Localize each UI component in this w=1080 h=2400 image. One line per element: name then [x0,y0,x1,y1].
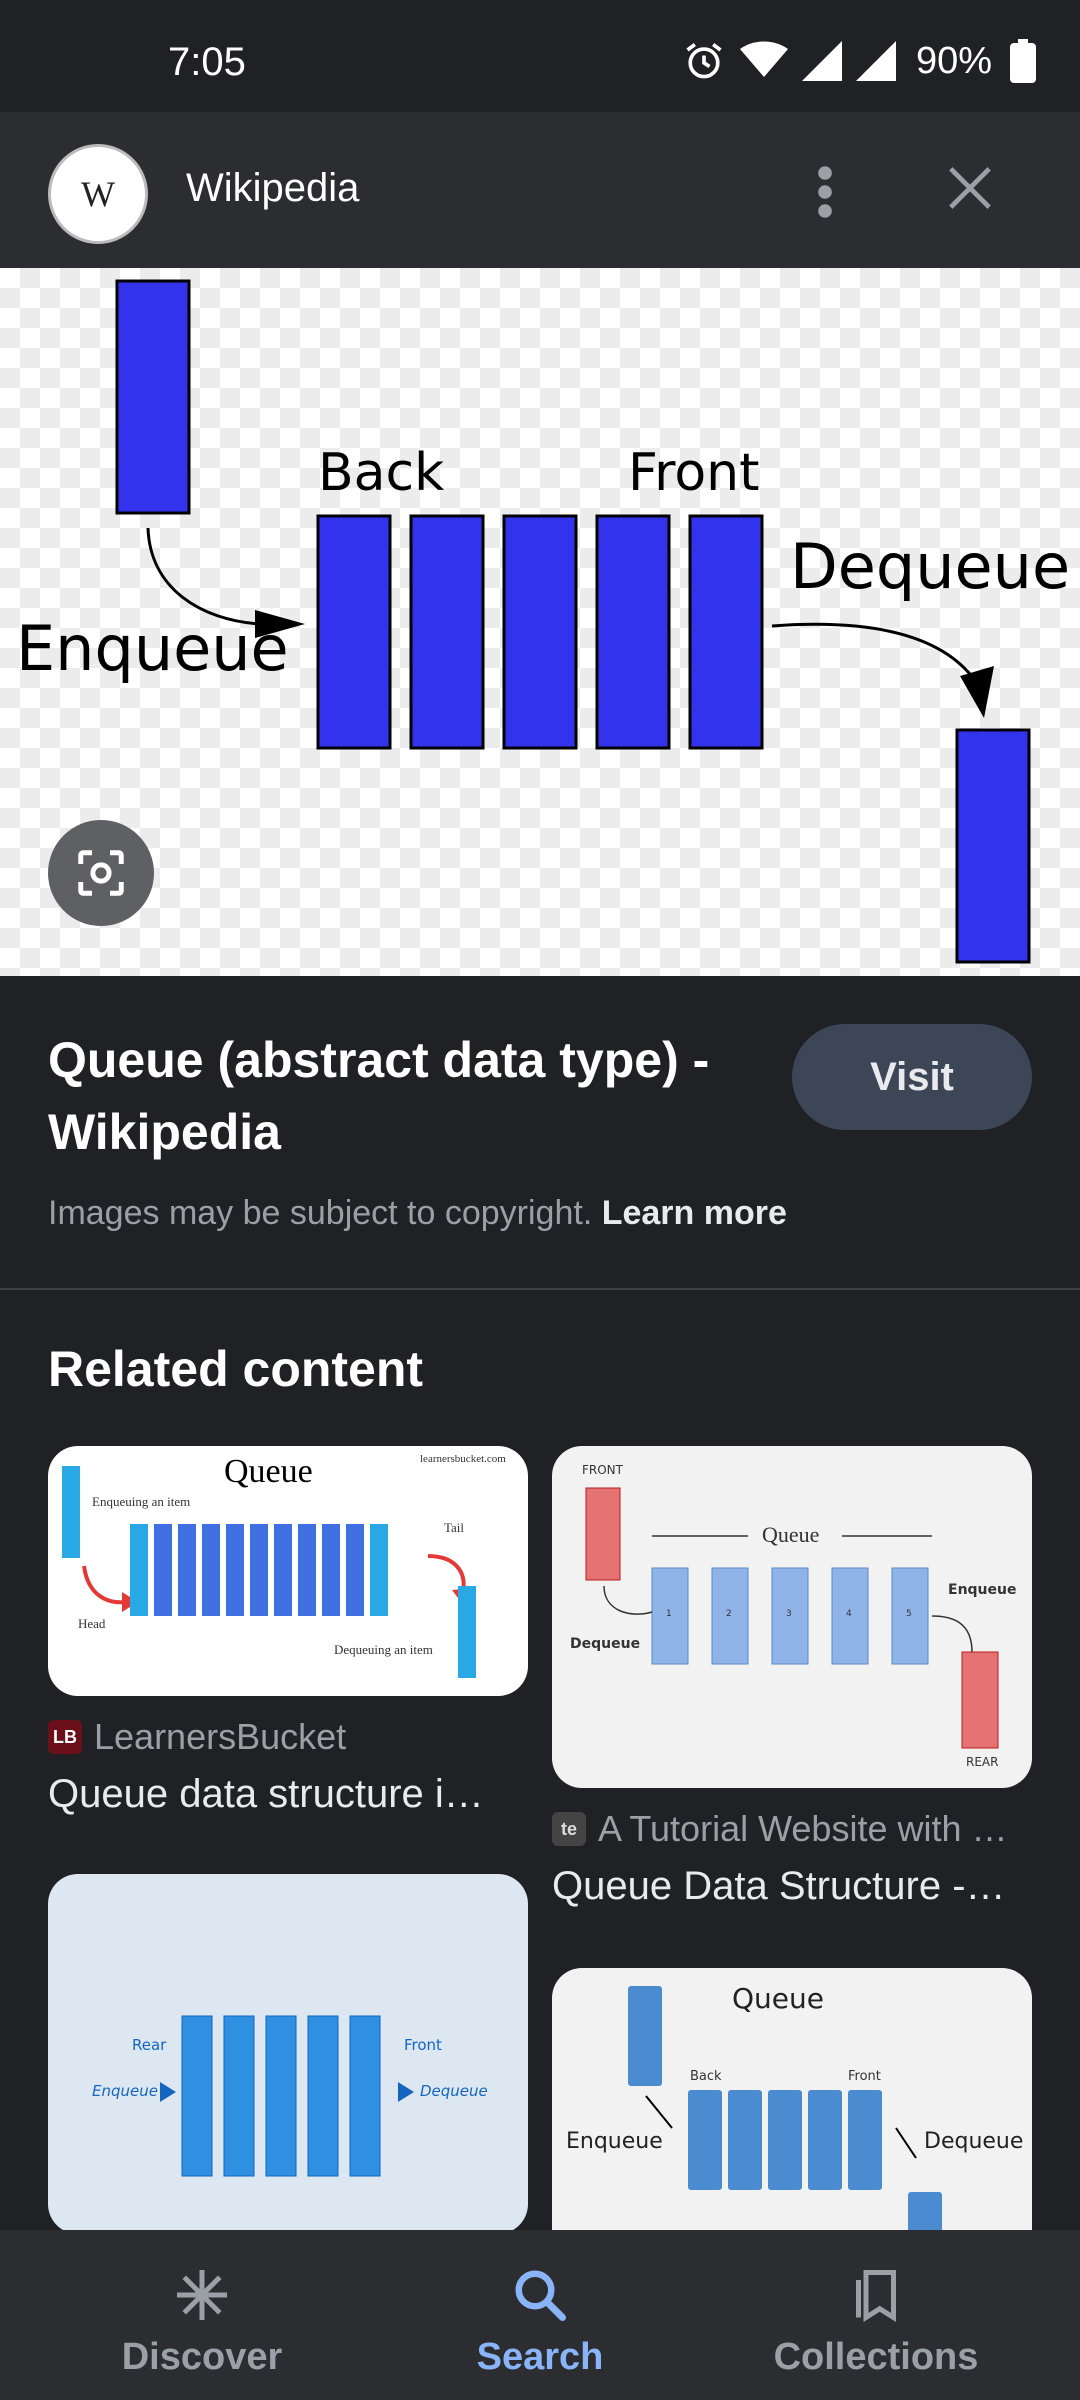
battery-percent: 90% [915,39,992,82]
thumb-front: Front [848,2069,881,2084]
thumb-front: FRONT [582,1463,624,1477]
card-thumbnail[interactable]: Queue learnersbucket.com Enqueuing an it… [48,1446,528,1696]
visit-button[interactable]: Visit [792,1024,1032,1130]
queue-thumbnail-4: Queue Back Front Enqueue Dequeue [566,1982,1023,2268]
preview-image[interactable]: Back Front Enqueue Dequeue [0,268,1080,976]
card-title[interactable]: Queue Data Structure -… [552,1864,1032,1909]
thumb-dequeue: Dequeue [420,2082,488,2100]
thumb-rear: Rear [132,2036,167,2054]
more-options-button[interactable] [800,160,850,224]
close-button[interactable] [938,156,1002,220]
queue-thumbnail-1: Queue learnersbucket.com Enqueuing an it… [62,1453,506,1678]
source-name: LearnersBucket [94,1716,347,1757]
queue-thumbnail-2: FRONT Queue 1 2 3 4 5 Dequeue Enqueue RE… [570,1463,1016,1769]
queue-block [595,514,671,750]
divider [0,1288,1080,1290]
google-lens-button[interactable] [48,820,154,926]
copyright-notice: Images may be subject to copyright. Lear… [48,1194,787,1233]
label-front: Front [628,443,760,503]
learn-more-link[interactable]: Learn more [602,1194,787,1232]
label-back: Back [318,443,444,503]
thumb-heading: Queue [732,1982,824,2015]
queue-thumbnail-3: Rear Enqueue Front Dequeue [92,2015,488,2177]
nav-discover[interactable]: Discover [52,2230,352,2400]
queue-diagram: Back Front Enqueue Dequeue [16,279,1070,964]
thumb-rear: REAR [966,1755,998,1769]
queue-block [688,514,764,750]
num: 3 [786,1609,792,1619]
dequeue-block [955,728,1031,964]
num: 4 [846,1609,852,1619]
source-name: A Tutorial Website with … [598,1808,1008,1849]
thumb-heading: Queue [224,1453,313,1490]
wifi-icon [739,41,788,77]
card-thumbnail[interactable]: Queue Back Front Enqueue Dequeue [552,1968,1032,2268]
viewer-header: W Wikipedia [0,112,1080,268]
related-card-3[interactable]: Rear Enqueue Front Dequeue [48,1874,528,2234]
close-icon [949,167,991,209]
tutorial-favicon-icon: te [552,1812,586,1846]
asterisk-icon [172,2260,232,2330]
thumb-head: Head [78,1616,106,1631]
wikipedia-logo: W [48,144,148,244]
label-enqueue: Enqueue [16,612,289,685]
nav-search[interactable]: Search [390,2230,690,2400]
num: 2 [726,1609,732,1619]
related-content-heading: Related content [48,1341,424,1397]
num: 5 [906,1609,912,1619]
battery-icon [1010,39,1036,83]
dequeue-arrowhead [960,666,994,718]
thumb-queue: Queue [762,1522,819,1547]
card-thumbnail[interactable]: Rear Enqueue Front Dequeue [48,1874,528,2234]
thumb-enqueue: Enqueue [92,2082,158,2100]
signal-icon-2 [855,41,896,81]
related-card-tutorial[interactable]: FRONT Queue 1 2 3 4 5 Dequeue Enqueue RE… [552,1446,1032,1909]
num: 1 [666,1609,672,1619]
alarm-icon [686,43,722,79]
queue-block [316,514,392,750]
card-source: LB LearnersBucket [48,1716,528,1758]
related-card-4[interactable]: Queue Back Front Enqueue Dequeue [552,1968,1032,2268]
collections-icon [846,2260,906,2330]
site-name: Wikipedia [186,166,360,210]
status-bar: 7:05 90% [0,0,1080,112]
nav-label: Collections [773,2336,979,2378]
copyright-text: Images may be subject to copyright. [48,1194,593,1232]
status-time: 7:05 [168,40,246,84]
thumb-tail: Tail [444,1520,464,1535]
search-icon [510,2260,570,2330]
label-dequeue: Dequeue [790,530,1070,603]
related-card-learnersbucket[interactable]: Queue learnersbucket.com Enqueuing an it… [48,1446,528,1817]
signal-icon [801,41,842,81]
nav-label: Discover [121,2336,283,2378]
card-thumbnail[interactable]: FRONT Queue 1 2 3 4 5 Dequeue Enqueue RE… [552,1446,1032,1788]
thumb-dequeue: Dequeue [924,2129,1023,2154]
more-vert-icon [818,166,832,218]
thumb-enqueue: Enqueue [566,2129,663,2154]
status-icons: 90% [682,36,1036,86]
card-source: te A Tutorial Website with … [552,1808,1032,1850]
thumb-enqueue: Enqueue [948,1582,1016,1598]
card-title[interactable]: Queue data structure i… [48,1772,528,1817]
enqueue-block [115,279,191,515]
queue-block [409,514,485,750]
thumb-back: Back [690,2069,722,2084]
nav-label: Search [476,2336,604,2378]
bottom-navigation: Discover Search Collections [0,2230,1080,2400]
thumb-enqueuing: Enqueuing an item [92,1494,190,1509]
queue-block [502,514,578,750]
enqueue-arrow [146,527,261,626]
thumb-watermark: learnersbucket.com [420,1453,506,1465]
learnersbucket-favicon-icon: LB [48,1720,82,1754]
thumb-dequeuing: Dequeuing an item [334,1642,433,1657]
thumb-dequeue: Dequeue [570,1636,640,1652]
lens-icon [78,850,124,896]
dequeue-arrow [771,622,982,689]
result-title[interactable]: Queue (abstract data type) - Wikipedia [48,1024,748,1168]
nav-collections[interactable]: Collections [726,2230,1026,2400]
thumb-front: Front [404,2036,442,2054]
